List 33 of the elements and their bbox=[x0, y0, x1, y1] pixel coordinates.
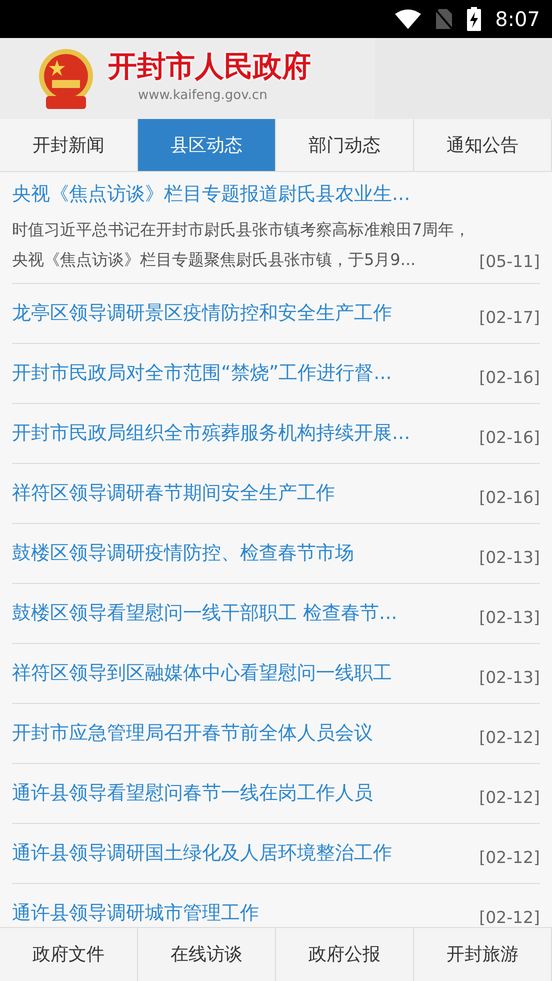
news-title[interactable]: 祥符区领导调研春节期间安全生产工作 bbox=[12, 478, 472, 508]
news-title[interactable]: 开封市应急管理局召开春节前全体人员会议 bbox=[12, 718, 472, 748]
news-date: [02-17] bbox=[479, 306, 540, 329]
tab[interactable]: 县区动态 bbox=[138, 119, 276, 171]
news-date: [02-13] bbox=[479, 546, 540, 569]
clock-time: 8:07 bbox=[495, 6, 540, 33]
news-date: [02-13] bbox=[479, 606, 540, 629]
news-title[interactable]: 通许县领导看望慰问春节一线在岗工作人员 bbox=[12, 778, 472, 808]
no-sim-icon bbox=[435, 8, 454, 30]
news-title[interactable]: 鼓楼区领导看望慰问一线干部职工 检查春节... bbox=[12, 598, 472, 628]
news-title[interactable]: 通许县领导调研城市管理工作 bbox=[12, 898, 472, 927]
news-date: [02-16] bbox=[479, 366, 540, 389]
site-title: 开封市人民政府 bbox=[108, 50, 311, 82]
news-title[interactable]: 开封市民政局对全市范围“禁烧”工作进行督... bbox=[12, 358, 472, 388]
news-date: [02-16] bbox=[479, 426, 540, 449]
news-title[interactable]: 祥符区领导到区融媒体中心看望慰问一线职工 bbox=[12, 658, 472, 688]
emblem-icon bbox=[36, 48, 96, 110]
battery-charging-icon bbox=[467, 7, 482, 31]
site-url: www.kaifeng.gov.cn bbox=[138, 87, 268, 106]
news-date: [02-12] bbox=[479, 906, 540, 927]
news-date: [02-13] bbox=[479, 666, 540, 689]
news-title[interactable]: 通许县领导调研国土绿化及人居环境整治工作 bbox=[12, 838, 472, 868]
news-date: [02-16] bbox=[479, 486, 540, 509]
news-date: [05-11] bbox=[479, 250, 540, 273]
news-date: [02-12] bbox=[479, 786, 540, 809]
news-date: [02-12] bbox=[479, 846, 540, 869]
news-title[interactable]: 央视《焦点访谈》栏目专题报道尉氏县农业生... bbox=[12, 180, 540, 208]
news-summary: 时值习近平总书记在开封市尉氏县张市镇考察高标准粮田7周年，央视《焦点访谈》栏目专题聚焦尉氏县张市镇，于5月9... bbox=[12, 218, 472, 270]
news-date: [02-12] bbox=[479, 726, 540, 749]
wifi-icon bbox=[395, 9, 422, 29]
news-title[interactable]: 鼓楼区领导调研疫情防控、检查春节市场 bbox=[12, 538, 472, 568]
news-title[interactable]: 龙亭区领导调研景区疫情防控和安全生产工作 bbox=[12, 298, 472, 328]
news-title[interactable]: 开封市民政局组织全市殡葬服务机构持续开展... bbox=[12, 418, 472, 448]
